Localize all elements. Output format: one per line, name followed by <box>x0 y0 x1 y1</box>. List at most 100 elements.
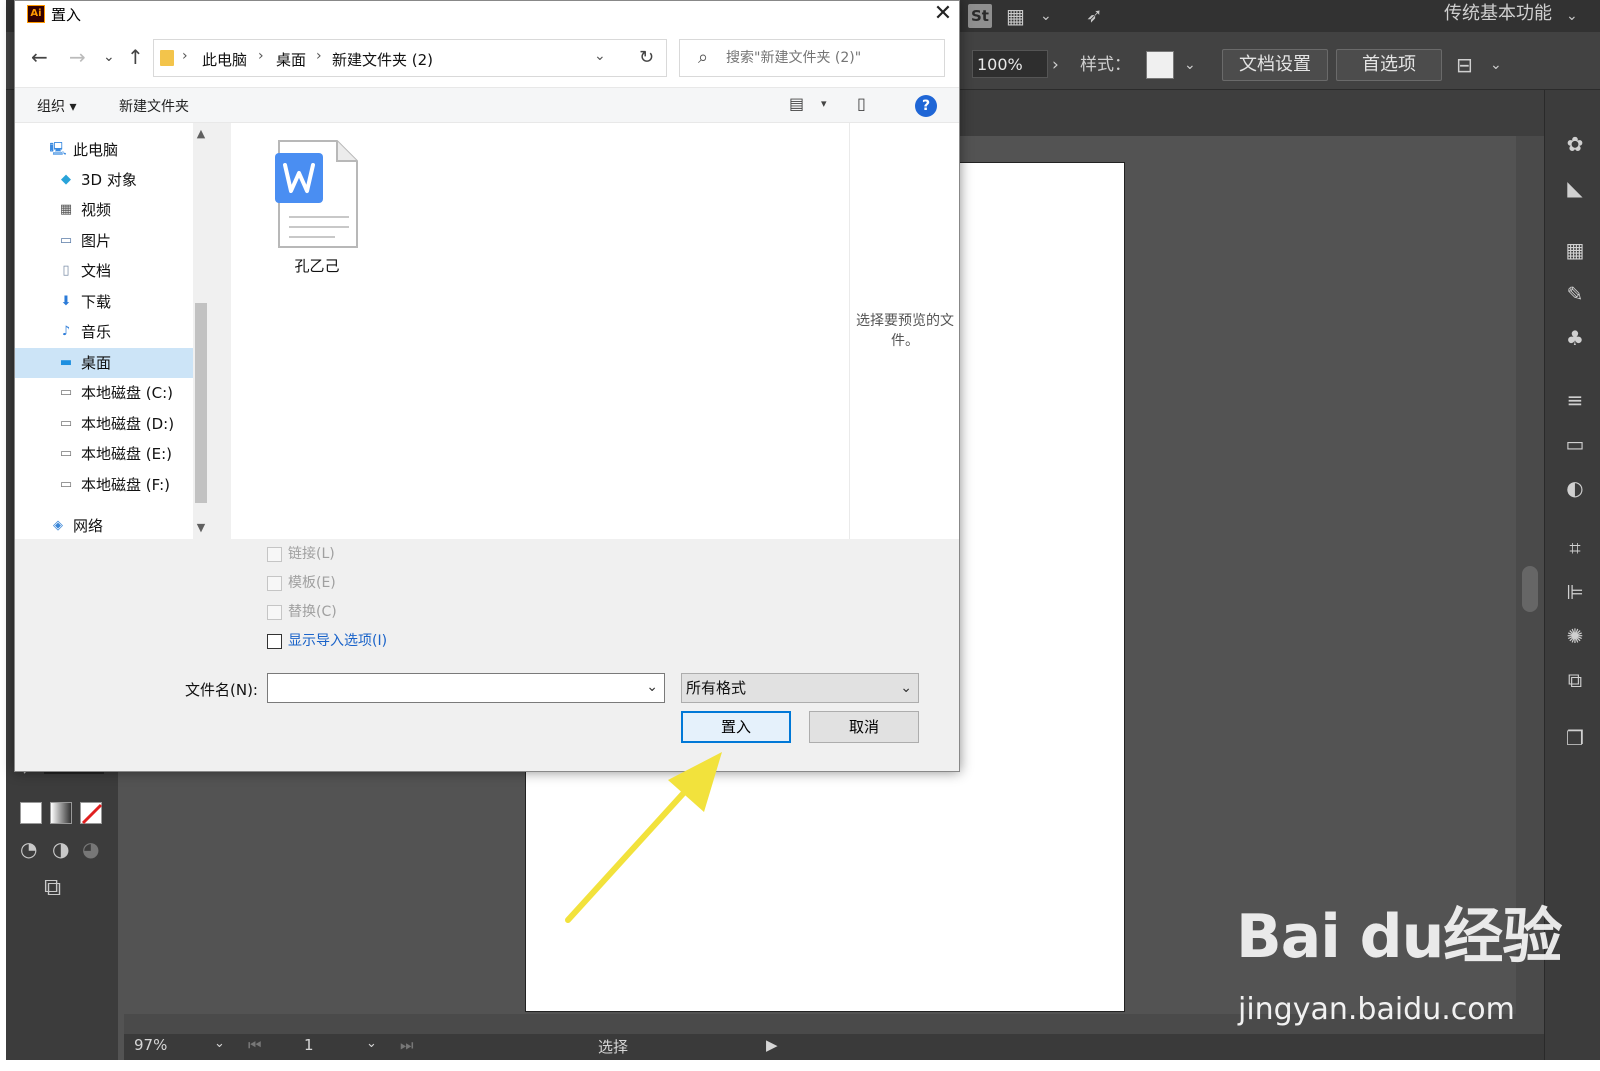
search-box[interactable]: ⌕ <box>679 39 945 77</box>
cancel-button[interactable]: 取消 <box>809 711 919 743</box>
checkbox-box[interactable] <box>267 576 282 591</box>
layers-icon[interactable]: ❐ <box>1563 726 1587 750</box>
nav-item[interactable]: ▭ 本地磁盘 (C:) <box>15 378 193 408</box>
nav-item[interactable]: ◆ 3D 对象 <box>15 165 193 195</box>
breadcrumb-separator-icon[interactable]: › <box>258 48 264 64</box>
preferences-button[interactable]: 首选项 <box>1336 49 1442 81</box>
nav-item[interactable]: ◈ 网络 <box>15 511 193 541</box>
chevron-down-icon[interactable]: ⌄ <box>1040 5 1052 27</box>
draw-behind-icon[interactable]: ◑ <box>52 838 69 860</box>
gpu-performance-icon[interactable]: ➶ <box>1086 4 1103 26</box>
screen-mode-icon[interactable]: ⧉ <box>44 875 61 899</box>
nav-item-label: 音乐 <box>81 323 112 341</box>
document-setup-button[interactable]: 文档设置 <box>1222 49 1328 81</box>
filename-field[interactable]: ⌄ <box>267 673 665 703</box>
nav-scrollbar[interactable]: ▲ ▼ <box>193 123 209 539</box>
word-document-icon <box>275 140 358 248</box>
gradient-icon[interactable] <box>50 802 72 824</box>
color-palette-icon[interactable]: ✿ <box>1563 132 1587 156</box>
brushes-icon[interactable]: ✎ <box>1563 282 1587 306</box>
scroll-down-icon[interactable]: ▼ <box>195 521 207 534</box>
scroll-up-icon[interactable]: ▲ <box>195 127 207 140</box>
chevron-right-icon[interactable]: › <box>1052 52 1059 78</box>
last-artboard-icon[interactable]: ⏭ <box>400 1036 414 1054</box>
recent-locations-icon[interactable]: ⌄ <box>103 45 115 69</box>
desktop-icon: ▬ <box>59 355 73 370</box>
nav-item[interactable]: ▭ 本地磁盘 (E:) <box>15 439 193 469</box>
address-bar[interactable]: › 此电脑 › 桌面 › 新建文件夹 (2) ⌄ <box>153 39 667 77</box>
file-item[interactable]: 孔乙己 <box>261 139 373 289</box>
organize-menu[interactable]: 组织 ▾ <box>37 96 76 116</box>
search-input[interactable] <box>726 46 936 70</box>
filename-dropdown-icon[interactable]: ⌄ <box>646 679 658 695</box>
panel-menu-chevron-icon[interactable]: ⌄ <box>1490 52 1502 78</box>
breadcrumb-new-folder[interactable]: 新建文件夹 (2) <box>332 49 433 70</box>
breadcrumb-separator-icon[interactable]: › <box>316 48 322 64</box>
breadcrumb-this-pc[interactable]: 此电脑 <box>202 49 247 70</box>
refresh-icon[interactable]: ↻ <box>627 39 667 77</box>
artboard-chevron-icon[interactable]: ⌄ <box>366 1036 377 1051</box>
address-dropdown-icon[interactable]: ⌄ <box>594 48 606 64</box>
nav-item[interactable]: ▦ 视频 <box>15 195 193 225</box>
vertical-scrollbar[interactable] <box>1516 136 1544 1014</box>
workspace-switcher[interactable]: 传统基本功能 <box>1444 2 1552 26</box>
place-button[interactable]: 置入 <box>681 711 791 743</box>
nav-item[interactable]: ▭ 图片 <box>15 226 193 256</box>
none-color-icon[interactable] <box>80 802 103 825</box>
drive-icon: ▭ <box>59 385 73 400</box>
symbols-icon[interactable]: ♣ <box>1563 326 1587 350</box>
transparency-icon[interactable]: ◐ <box>1563 476 1587 500</box>
nav-item[interactable]: ▯ 文档 <box>15 256 193 286</box>
nav-item[interactable]: ⬇ 下载 <box>15 287 193 317</box>
preview-pane-icon[interactable]: ▯ <box>857 94 866 113</box>
draw-normal-icon[interactable]: ◔ <box>20 838 37 860</box>
style-chevron-icon[interactable]: ⌄ <box>1184 52 1196 78</box>
arrange-documents-icon[interactable]: ▦ <box>1006 5 1025 27</box>
view-options-icon[interactable]: ▤ <box>789 94 804 113</box>
draw-inside-icon[interactable]: ◕ <box>82 838 99 860</box>
music-icon: ♪ <box>61 324 71 339</box>
first-artboard-icon[interactable]: ⏮ <box>248 1036 262 1054</box>
close-icon[interactable]: ✕ <box>927 1 959 29</box>
stock-badge[interactable]: St <box>968 4 992 28</box>
workspace-chevron-icon[interactable]: ⌄ <box>1566 5 1578 27</box>
color-guide-icon[interactable]: ◣ <box>1563 176 1587 200</box>
pathfinder-icon[interactable]: ⧉ <box>1563 668 1587 692</box>
help-icon[interactable]: ? <box>915 95 937 117</box>
file-type-select[interactable]: 所有格式 ⌄ <box>681 673 919 703</box>
forward-arrow-icon[interactable]: → <box>69 45 86 69</box>
checkbox-box[interactable] <box>267 605 282 620</box>
arrange-panel-icon[interactable]: ⊟ <box>1456 52 1473 78</box>
stroke-icon[interactable]: ≡ <box>1563 388 1587 412</box>
align-icon[interactable]: ⊫ <box>1563 580 1587 604</box>
opacity-field[interactable]: 100% <box>972 50 1048 78</box>
status-play-icon[interactable]: ▶ <box>766 1036 778 1054</box>
gradient-panel-icon[interactable]: ▭ <box>1563 432 1587 456</box>
transform-icon[interactable]: ⌗ <box>1563 536 1587 560</box>
nav-item[interactable]: ♪ 音乐 <box>15 317 193 347</box>
pane-splitter[interactable] <box>209 123 231 539</box>
breadcrumb-desktop[interactable]: 桌面 <box>276 49 306 70</box>
checkbox-box[interactable] <box>267 547 282 562</box>
swatches-icon[interactable]: ▦ <box>1563 238 1587 262</box>
zoom-chevron-icon[interactable]: ⌄ <box>214 1036 225 1051</box>
appearance-icon[interactable]: ✺ <box>1563 624 1587 648</box>
breadcrumb-separator-icon[interactable]: › <box>182 48 188 64</box>
nav-item[interactable]: 🖳 此电脑 <box>15 135 193 165</box>
up-arrow-icon[interactable]: ↑ <box>127 45 144 69</box>
artboard-number[interactable]: 1 <box>304 1036 314 1054</box>
nav-item-label: 网络 <box>73 517 104 535</box>
file-type-chevron-icon[interactable]: ⌄ <box>900 674 912 702</box>
new-folder-button[interactable]: 新建文件夹 <box>119 96 189 116</box>
fill-color-icon[interactable] <box>20 802 42 824</box>
view-dropdown-icon[interactable]: ▾ <box>821 97 827 110</box>
nav-item[interactable]: ▭ 本地磁盘 (F:) <box>15 470 193 500</box>
back-arrow-icon[interactable]: ← <box>31 45 48 69</box>
status-zoom[interactable]: 97% <box>134 1036 167 1054</box>
scroll-thumb[interactable] <box>1522 566 1538 612</box>
nav-item[interactable]: ▭ 本地磁盘 (D:) <box>15 409 193 439</box>
nav-item[interactable]: ▬ 桌面 <box>15 348 193 378</box>
checkbox-box[interactable] <box>267 634 282 649</box>
nav-scroll-thumb[interactable] <box>195 303 207 503</box>
style-swatch[interactable] <box>1146 51 1174 79</box>
